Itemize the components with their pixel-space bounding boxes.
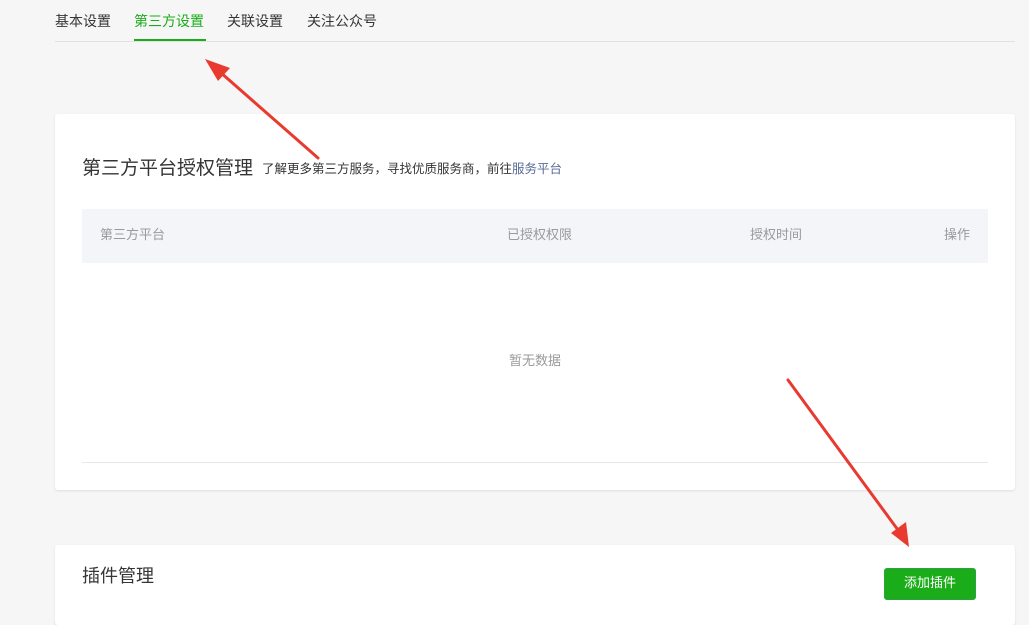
plugin-management-card: 插件管理 添加插件 bbox=[55, 545, 1015, 625]
tab-bar: 基本设置 第三方设置 关联设置 关注公众号 bbox=[55, 0, 1015, 42]
auth-description-text: 了解更多第三方服务，寻找优质服务商，前往 bbox=[262, 161, 513, 176]
auth-table-header: 第三方平台 已授权权限 授权时间 操作 bbox=[82, 209, 988, 263]
add-plugin-button[interactable]: 添加插件 bbox=[884, 568, 976, 600]
auth-section-title: 第三方平台授权管理 bbox=[82, 157, 254, 179]
column-header-auth-time: 授权时间 bbox=[750, 228, 803, 243]
tab-linked-settings[interactable]: 关联设置 bbox=[227, 12, 283, 32]
third-party-auth-card: 第三方平台授权管理 了解更多第三方服务，寻找优质服务商，前往服务平台 第三方平台… bbox=[55, 114, 1015, 490]
table-divider bbox=[82, 462, 988, 463]
service-platform-link[interactable]: 服务平台 bbox=[512, 161, 562, 176]
auth-section-description: 了解更多第三方服务，寻找优质服务商，前往服务平台 bbox=[262, 160, 562, 178]
column-header-actions: 操作 bbox=[944, 228, 971, 243]
tab-third-party-settings[interactable]: 第三方设置 bbox=[134, 12, 204, 32]
tab-basic-settings[interactable]: 基本设置 bbox=[55, 12, 111, 32]
plugin-section-title: 插件管理 bbox=[82, 566, 154, 587]
column-header-permissions: 已授权权限 bbox=[507, 228, 573, 243]
active-tab-indicator bbox=[134, 39, 206, 41]
column-header-platform: 第三方平台 bbox=[100, 228, 166, 243]
tab-follow-official-account[interactable]: 关注公众号 bbox=[307, 12, 377, 32]
empty-state-text: 暂无数据 bbox=[508, 354, 561, 369]
